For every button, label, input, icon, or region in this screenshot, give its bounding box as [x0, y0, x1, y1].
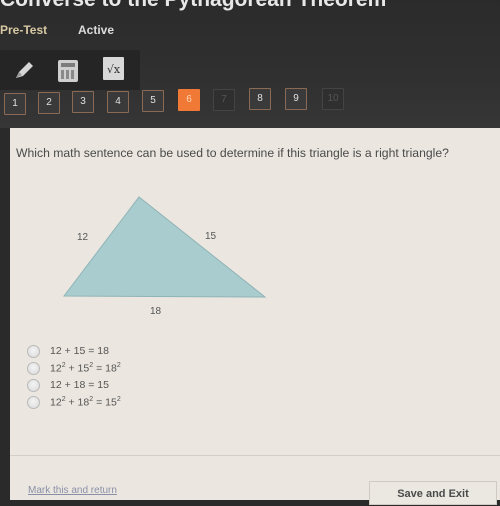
mark-and-return-link[interactable]: Mark this and return	[28, 485, 117, 496]
side-label-left: 12	[77, 232, 89, 243]
formula-icon[interactable]: √x	[103, 57, 124, 80]
question-button-1[interactable]: 1	[4, 93, 26, 115]
radio-button[interactable]	[27, 345, 40, 358]
pencil-icon[interactable]	[12, 58, 36, 82]
question-navigation: 1 2 3 4 5 6 7 8 9 10	[0, 87, 360, 117]
question-panel: Which math sentence can be used to deter…	[10, 128, 500, 505]
status-label: Active	[78, 23, 115, 37]
radio-button[interactable]	[27, 396, 40, 409]
question-button-9[interactable]: 9	[285, 88, 307, 110]
answer-option-text: 12 + 15 = 18	[50, 345, 109, 357]
question-button-4[interactable]: 4	[107, 91, 129, 113]
calculator-screen	[61, 63, 75, 67]
triangle-shape	[62, 196, 267, 298]
calculator-icon[interactable]	[58, 60, 78, 82]
toolbar: √x	[0, 50, 140, 90]
radio-button[interactable]	[27, 362, 40, 375]
question-button-6[interactable]: 6	[178, 89, 200, 111]
radio-button[interactable]	[27, 379, 40, 392]
question-button-5[interactable]: 5	[142, 90, 164, 112]
divider	[10, 455, 500, 456]
page-title: Converse to the Pythagorean Theorem	[0, 0, 386, 12]
side-label-right: 15	[205, 231, 217, 242]
triangle-figure	[62, 196, 267, 298]
calculator-keys	[61, 70, 75, 79]
question-button-3[interactable]: 3	[72, 91, 94, 113]
question-button-7: 7	[213, 89, 235, 111]
side-label-bottom: 18	[150, 306, 162, 317]
question-button-8[interactable]: 8	[249, 88, 271, 110]
answer-option-text: 12 + 18 = 15	[50, 379, 109, 391]
question-button-10: 10	[322, 88, 344, 110]
test-type-label: Pre-Test	[0, 23, 48, 37]
answer-option-text: 122 + 182 = 152	[50, 396, 121, 409]
question-button-2[interactable]: 2	[38, 92, 60, 114]
answer-option-text: 122 + 152 = 182	[50, 362, 121, 375]
save-and-exit-button[interactable]: Save and Exit	[369, 481, 497, 505]
header: Converse to the Pythagorean Theorem Pre-…	[0, 0, 500, 128]
